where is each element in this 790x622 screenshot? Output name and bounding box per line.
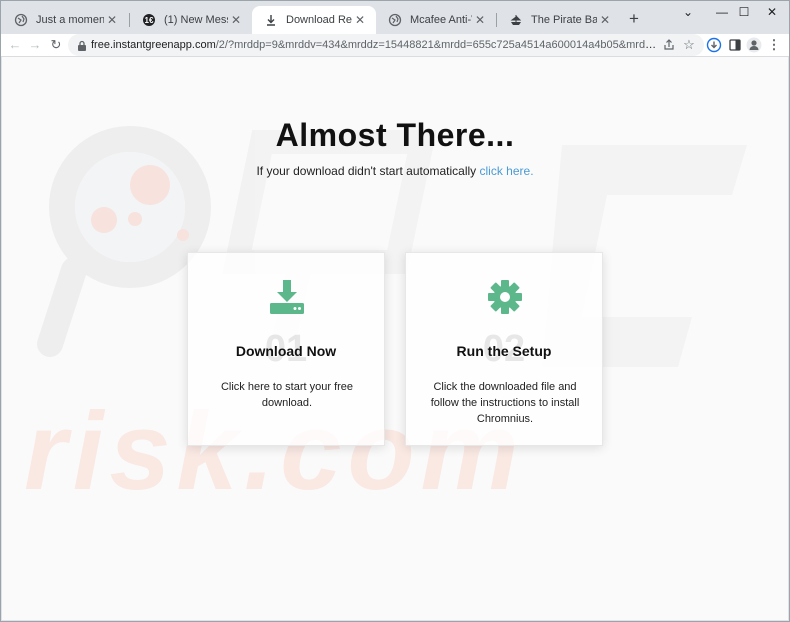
card-title: Run the Setup bbox=[456, 343, 552, 359]
tab-search-chevron-icon[interactable]: ⌄ bbox=[672, 2, 704, 22]
tab-close-icon[interactable]: ✕ bbox=[104, 12, 120, 28]
browser-menu-icon[interactable]: ⋮ bbox=[766, 37, 782, 53]
close-window-button[interactable]: ✕ bbox=[756, 2, 788, 22]
share-icon[interactable] bbox=[661, 37, 677, 53]
globe-icon bbox=[388, 13, 402, 27]
page-headline: Almost There... bbox=[275, 117, 515, 153]
reload-button[interactable]: ↻ bbox=[46, 34, 66, 56]
tab-title: Just a moment... bbox=[36, 14, 104, 26]
card-description: Click the downloaded file and follow the… bbox=[430, 381, 580, 425]
tab-title: Download Ready bbox=[286, 14, 352, 26]
tab-title: (1) New Message! bbox=[164, 14, 228, 26]
download-now-card[interactable]: 01 Download Now Click here to start your… bbox=[187, 252, 385, 446]
side-panel-icon[interactable] bbox=[727, 37, 743, 53]
pirate-ship-icon bbox=[510, 15, 522, 25]
tab-mcafee[interactable]: Mcafee Anti-Virus ✕ bbox=[376, 6, 496, 34]
profile-avatar-icon[interactable] bbox=[746, 37, 762, 53]
tab-close-icon[interactable]: ✕ bbox=[352, 12, 368, 28]
download-icon bbox=[267, 15, 275, 26]
address-bar[interactable]: free.instantgreenapp.com/2/?mrddp=9&mrdd… bbox=[68, 34, 704, 56]
bookmark-star-icon[interactable]: ☆ bbox=[681, 37, 697, 53]
download-box-icon bbox=[270, 280, 304, 314]
tab-close-icon[interactable]: ✕ bbox=[472, 12, 488, 28]
lock-icon[interactable] bbox=[77, 40, 87, 51]
browser-toolbar: ← → ↻ free.instantgreenapp.com/2/?mrddp=… bbox=[0, 34, 790, 56]
globe-icon bbox=[14, 13, 28, 27]
tab-strip: Just a moment... ✕ 1€ (1) New Message! ✕… bbox=[0, 0, 790, 34]
tab-close-icon[interactable]: ✕ bbox=[597, 12, 613, 28]
run-setup-card[interactable]: 02 Run the Setup Click the downloaded fi… bbox=[405, 252, 603, 446]
card-description: Click here to start your free download. bbox=[220, 381, 354, 409]
forward-button[interactable]: → bbox=[25, 34, 45, 56]
back-button[interactable]: ← bbox=[5, 34, 25, 56]
app-logo-icon: 1€ bbox=[143, 14, 155, 26]
click-here-link[interactable]: click here. bbox=[480, 164, 534, 178]
page-content: risk.com Almost There... If your downloa… bbox=[2, 57, 788, 620]
tab-download-ready[interactable]: Download Ready ✕ bbox=[252, 6, 376, 34]
download-subtitle: If your download didn't start automatica… bbox=[2, 164, 788, 178]
url-host: free.instantgreenapp.com bbox=[91, 39, 216, 51]
tab-new-message[interactable]: 1€ (1) New Message! ✕ bbox=[130, 6, 252, 34]
tab-title: The Pirate Bay - The gal bbox=[531, 14, 597, 26]
url-path: /2/?mrddp=9&mrddv=434&mrddz=15448821&mrd… bbox=[215, 39, 661, 51]
gear-icon bbox=[488, 280, 522, 314]
url-text[interactable]: free.instantgreenapp.com/2/?mrddp=9&mrdd… bbox=[91, 38, 661, 52]
tab-title: Mcafee Anti-Virus bbox=[410, 14, 472, 26]
tab-close-icon[interactable]: ✕ bbox=[228, 12, 244, 28]
tab-pirate-bay[interactable]: The Pirate Bay - The gal ✕ bbox=[497, 6, 621, 34]
subtitle-text: If your download didn't start automatica… bbox=[256, 164, 480, 178]
svg-text:1€: 1€ bbox=[145, 16, 154, 25]
card-title: Download Now bbox=[235, 343, 337, 359]
new-tab-button[interactable]: + bbox=[624, 9, 644, 29]
downloads-icon[interactable] bbox=[706, 37, 722, 53]
tab-just-a-moment[interactable]: Just a moment... ✕ bbox=[2, 6, 128, 34]
